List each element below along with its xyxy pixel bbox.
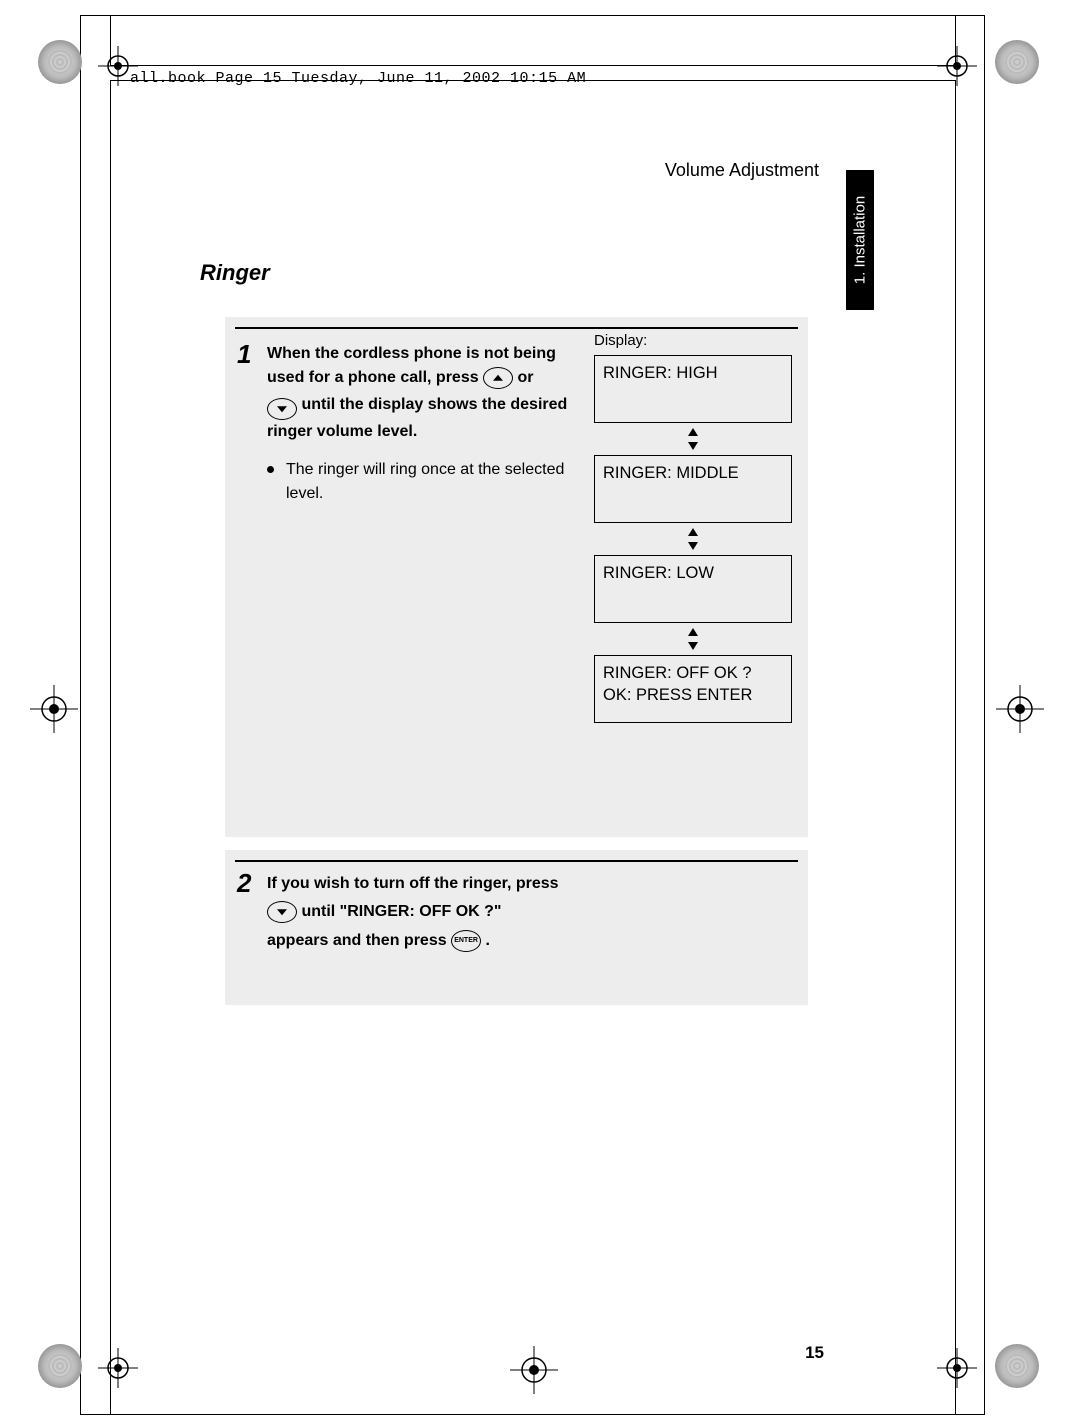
display-preview-area: Display: RINGER: HIGH RINGER: MIDDLE RIN… [594,332,792,723]
section-tab: 1. Installation [846,170,874,310]
step-instruction: When the cordless phone is not being use… [267,342,572,506]
step-rule [235,860,798,862]
step-text: appears and then press [267,932,451,949]
crop-line [955,80,956,1415]
display-text: RINGER: HIGH [603,364,718,382]
crop-corner-icon [38,40,82,84]
section-title: Ringer [200,260,270,286]
down-arrow-button-icon [267,901,297,923]
crop-corner-icon [995,40,1039,84]
crop-line [110,80,111,1415]
display-text: OK: PRESS ENTER [603,686,752,704]
crop-line [110,15,111,65]
crop-corner-icon [38,1344,82,1388]
step-panel-2: 2 If you wish to turn off the ringer, pr… [225,850,808,1005]
display-text: RINGER: LOW [603,564,714,582]
step-number: 2 [237,868,251,899]
display-box: RINGER: HIGH [594,355,792,423]
step-number: 1 [237,339,251,370]
registration-target-icon [996,685,1044,733]
display-text: RINGER: MIDDLE [603,464,739,482]
enter-button-icon: ENTER [451,930,481,952]
registration-target-icon [30,685,78,733]
step-text: until "RINGER: OFF OK ?" [301,903,501,920]
header-rule [110,65,955,66]
step-text: or [518,369,534,386]
page-header: Volume Adjustment [665,160,819,181]
crop-corner-icon [995,1344,1039,1388]
registration-target-icon [94,1344,142,1392]
running-header: all.book Page 15 Tuesday, June 11, 2002 … [130,70,586,87]
bullet-text: The ringer will ring once at the selecte… [286,458,572,506]
up-arrow-button-icon [483,367,513,389]
step-text: . [486,932,490,949]
double-arrow-icon [594,528,792,550]
registration-target-icon [510,1346,558,1394]
step-text: used for a phone call, press [267,369,483,386]
step-text: When the cordless phone is not being [267,345,556,362]
bullet-icon [267,466,274,473]
step-instruction: If you wish to turn off the ringer, pres… [267,870,617,955]
display-box: RINGER: OFF OK ? OK: PRESS ENTER [594,655,792,723]
display-box: RINGER: LOW [594,555,792,623]
double-arrow-icon [594,628,792,650]
crop-line [955,15,956,65]
down-arrow-button-icon [267,398,297,420]
step-text: until the display shows the [301,396,510,413]
bullet-item: The ringer will ring once at the selecte… [267,458,572,506]
step-rule [235,327,798,329]
page-number: 15 [805,1343,824,1363]
double-arrow-icon [594,428,792,450]
registration-target-icon [933,1344,981,1392]
step-panel-1: 1 When the cordless phone is not being u… [225,317,808,837]
display-box: RINGER: MIDDLE [594,455,792,523]
display-label: Display: [594,332,792,349]
display-text: RINGER: OFF OK ? [603,664,752,682]
section-tab-label: 1. Installation [852,196,869,284]
registration-target-icon [933,42,981,90]
step-text: If you wish to turn off the ringer, pres… [267,875,559,892]
